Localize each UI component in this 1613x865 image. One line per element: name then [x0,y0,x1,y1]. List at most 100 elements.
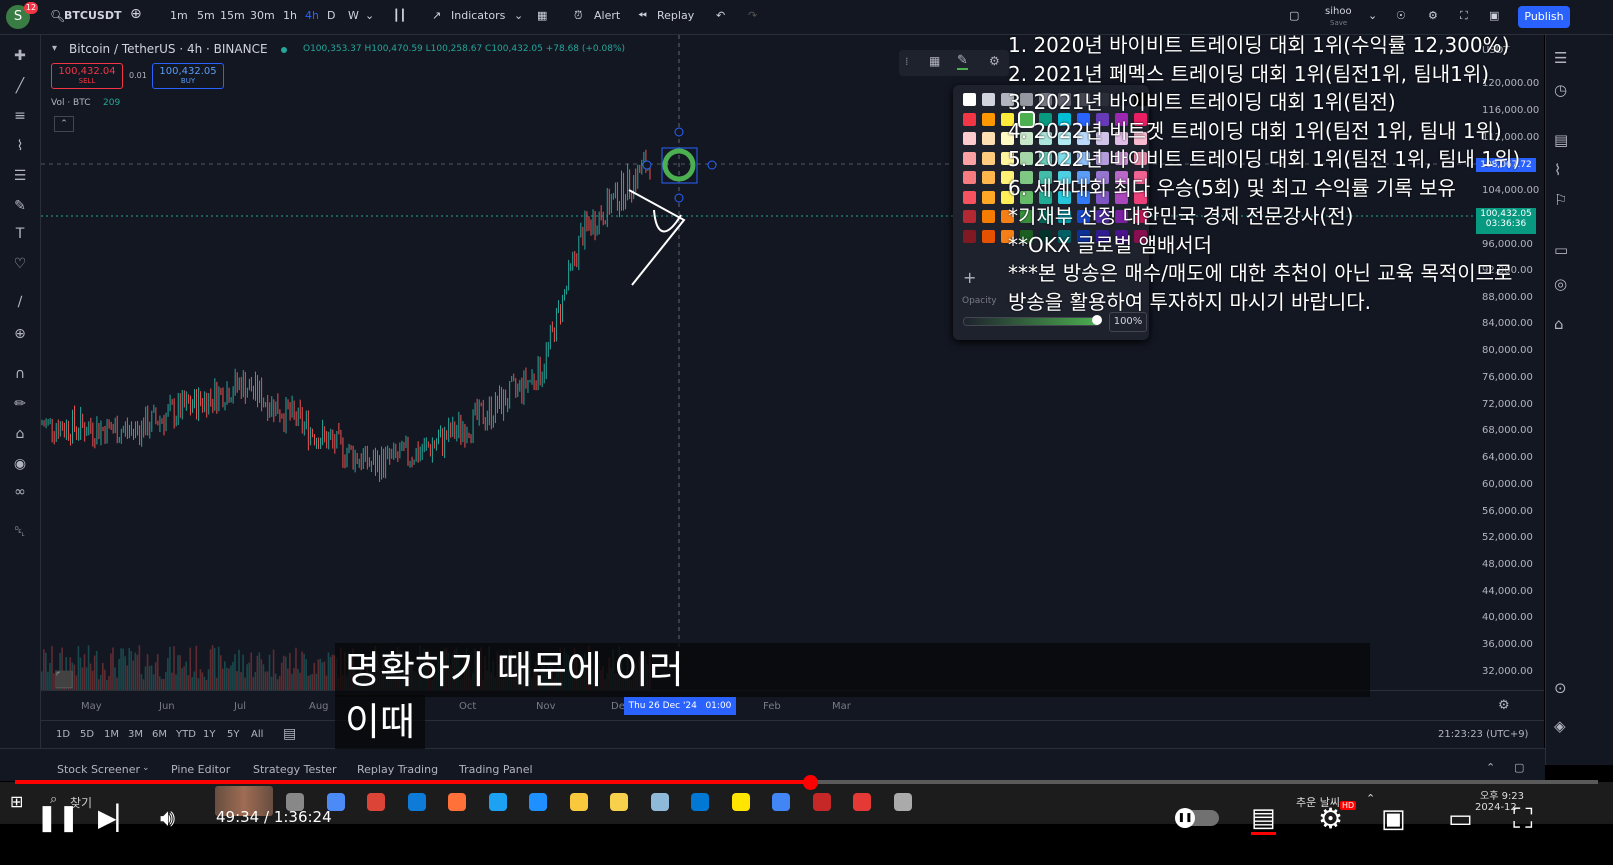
color-swatch[interactable] [963,132,976,145]
settings-icon[interactable]: ⚙ [989,54,1000,68]
bottom-tab[interactable]: Strategy Tester [253,763,337,776]
color-swatch[interactable] [982,210,995,223]
hotlist-icon[interactable]: ⌇ [1554,161,1561,179]
zoom-in-icon[interactable]: ⊕ [9,323,31,345]
twitter-icon[interactable] [488,793,507,811]
miniplayer-icon[interactable]: ▣ [1381,804,1406,834]
opacity-slider[interactable] [963,317,1100,326]
subtitles-icon[interactable]: ▤ [1251,804,1276,835]
help-icon[interactable]: ⊙ [1554,679,1567,697]
streams-icon[interactable]: ◎ [1554,275,1567,293]
ie-icon[interactable] [529,793,547,811]
redo-icon[interactable]: ↷ [748,9,757,22]
layers-icon[interactable]: ◈ [1554,717,1566,735]
fullscreen-icon[interactable]: ⛶ [1513,802,1533,836]
collapse-legend-button[interactable]: ⌃ [54,116,74,132]
clock-time[interactable]: 오후 9:23 [1480,787,1524,802]
layout-icon[interactable]: ▦ [537,9,547,22]
trend-line-icon[interactable]: ╱ [9,75,31,97]
settings-icon[interactable]: ⚙ [1428,9,1438,22]
theater-mode-icon[interactable]: ▭ [1448,804,1473,834]
brush-icon[interactable]: ✎ [9,195,31,217]
ruler-icon[interactable]: ∕ [9,291,31,313]
compare-symbol-icon[interactable]: ⊕ [130,6,142,22]
bottom-tab[interactable]: Stock Screener [57,763,140,776]
collapse-panel-icon[interactable]: ⌃ [1486,761,1495,774]
color-swatch[interactable] [963,151,976,165]
interval-4h[interactable]: 4h [305,9,319,22]
kakaotalk-icon[interactable] [731,793,750,811]
horizontal-lines-icon[interactable]: ≡ [9,105,31,127]
notifications-icon[interactable]: ⌂ [1554,315,1564,333]
maximize-panel-icon[interactable]: ▢ [1514,761,1524,774]
color-swatch[interactable] [963,171,976,184]
chevron-down-icon[interactable]: ▾ [52,43,57,54]
lock-icon[interactable]: ⌂ [9,423,31,445]
obs-icon[interactable] [893,793,912,811]
tray-chevron-icon[interactable]: ⌃ [1366,792,1375,805]
color-swatch[interactable] [982,93,995,106]
symbol-title[interactable]: Bitcoin / TetherUS · 4h · BINANCE [69,42,268,56]
ideas-icon[interactable]: ⚐ [1554,191,1567,209]
color-swatch[interactable] [982,132,995,145]
trash-icon[interactable]: ␡ [9,521,31,543]
file-explorer-icon[interactable] [569,793,588,811]
pattern-icon[interactable]: ⌇ [9,135,31,157]
calculator-icon[interactable] [691,793,709,811]
chevron-down-icon[interactable]: ⌄ [1368,9,1377,22]
progress-scrubber[interactable] [803,775,818,790]
sell-button[interactable]: 100,432.04 SELL [51,63,123,89]
fill-color-icon[interactable]: ✎ [957,53,968,70]
firefox-icon[interactable] [448,793,466,811]
range-1y[interactable]: 1Y [203,729,215,740]
alert-button[interactable]: Alert [594,9,620,22]
fib-icon[interactable]: ☰ [9,165,31,187]
range-1d[interactable]: 1D [56,729,70,740]
chevron-down-icon[interactable]: ⌄ [514,9,523,22]
app-icon[interactable] [812,793,831,811]
bottom-tab[interactable]: Replay Trading [357,763,438,776]
chevron-down-icon[interactable]: ⌄ [142,763,150,773]
volume-icon[interactable]: 🔊︎ [160,804,175,832]
crosshair-icon[interactable]: ✚ [9,45,31,67]
watchlist-icon[interactable]: ☰ [1554,49,1567,67]
indicators-button[interactable]: Indicators [451,9,505,22]
pause-icon[interactable]: ❚❚ [36,803,80,833]
chrome-profile-icon[interactable] [772,793,790,811]
drag-handle-icon[interactable]: ⁞ [905,55,909,68]
range-5y[interactable]: 5Y [227,729,239,740]
magnet-icon[interactable]: ∩ [9,363,31,385]
color-swatch[interactable] [963,210,976,223]
autoplay-toggle[interactable]: ❚❚ [1175,808,1219,828]
expand-icon[interactable]: ⛶ [1460,9,1468,23]
color-swatch[interactable] [963,93,976,106]
quick-search-icon[interactable]: ☉ [1396,9,1406,22]
chart-type-icon[interactable]: ┃┃ [393,9,406,22]
interval-W[interactable]: W [348,9,359,22]
opacity-slider-handle[interactable] [1092,315,1102,325]
eye-icon[interactable]: ◉ [9,453,31,475]
undo-icon[interactable]: ↶ [716,9,725,22]
range-all[interactable]: All [251,729,263,740]
alerts-clock-icon[interactable]: ◷ [1554,81,1567,99]
color-swatch[interactable] [963,190,976,204]
color-swatch[interactable] [982,112,995,126]
clock-display[interactable]: 21:23:23 (UTC+9) [1438,729,1528,740]
publish-button[interactable]: Publish [1518,6,1570,28]
interval-1m[interactable]: 1m [170,9,188,22]
text-icon[interactable]: T [9,223,31,245]
bottom-tab[interactable]: Pine Editor [171,763,230,776]
chrome-icon[interactable] [367,793,385,811]
interval-30m[interactable]: 30m [250,9,275,22]
interval-5m[interactable]: 5m [197,9,215,22]
goto-date-icon[interactable]: ▤ [283,726,296,742]
interval-15m[interactable]: 15m [220,9,245,22]
interval-1h[interactable]: 1h [283,9,297,22]
paint-icon[interactable] [650,793,669,811]
chart-settings-icon[interactable]: ⚙ [1498,698,1510,713]
color-swatch[interactable] [982,171,995,184]
edge-icon[interactable] [407,793,426,811]
buy-button[interactable]: 100,432.05 BUY [152,63,224,89]
lock-drawing-icon[interactable]: ✏ [9,393,31,415]
replay-button[interactable]: Replay [657,9,694,22]
